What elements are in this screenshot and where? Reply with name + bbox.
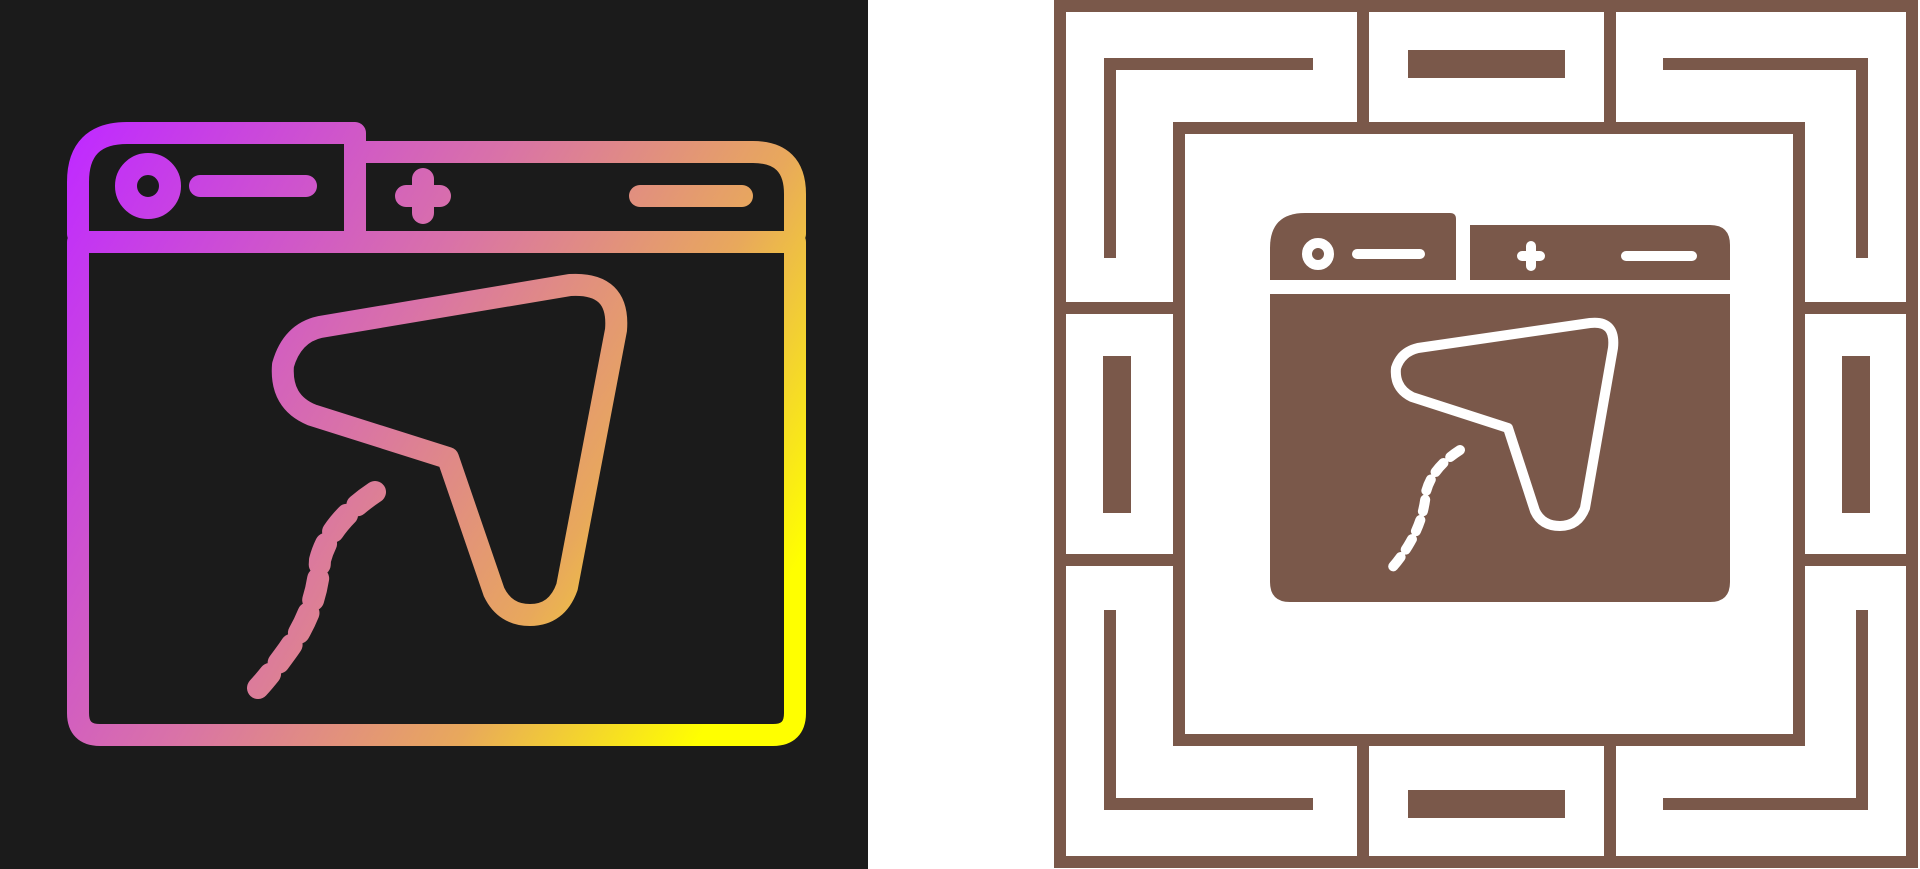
- gradient-icon-panel: [0, 0, 868, 869]
- icon-showcase: [0, 0, 1920, 869]
- browser-glyph: [1270, 213, 1730, 602]
- browser-window-cursor-glyph-icon: [1054, 0, 1918, 868]
- browser-window-cursor-icon: [0, 0, 868, 869]
- glyph-icon-panel: [1050, 0, 1920, 869]
- left-tab-glyph: [1270, 213, 1456, 280]
